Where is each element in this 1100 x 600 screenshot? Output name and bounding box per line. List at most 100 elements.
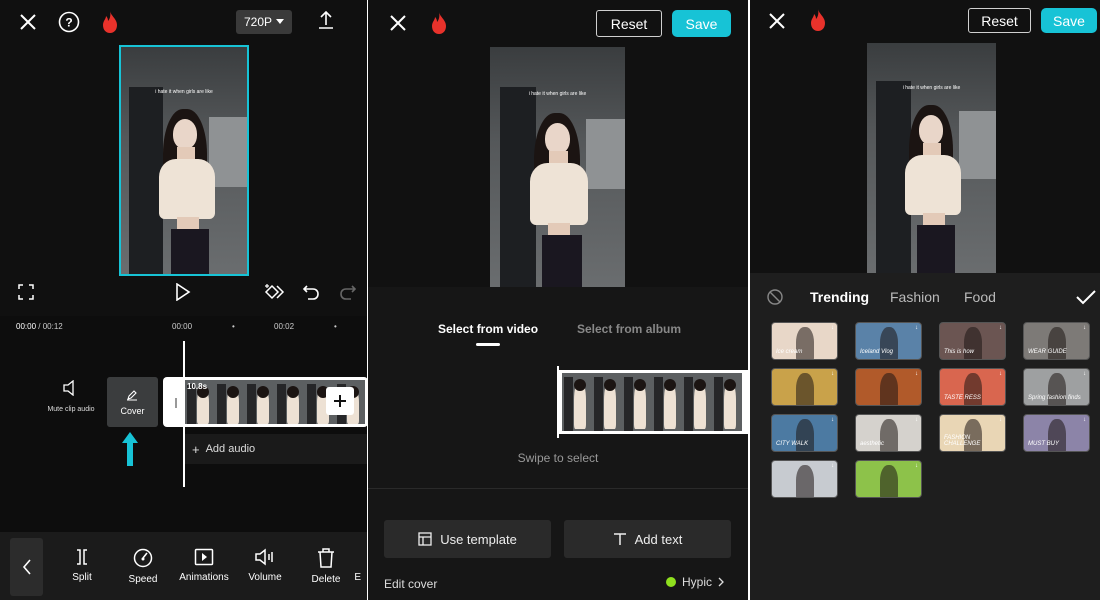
tab-select-from-album[interactable]: Select from album [577, 322, 681, 336]
bottom-toolbar: Split Speed Animations Volume Delete E [0, 532, 367, 600]
video-preview[interactable]: i hate it when girls are like [119, 45, 249, 276]
tool-label: Split [72, 572, 92, 583]
save-button[interactable]: Save [1041, 8, 1097, 33]
cover-button[interactable]: Cover [107, 377, 158, 427]
export-icon[interactable] [314, 8, 338, 32]
template-thumb-figure [796, 327, 814, 359]
add-clip-button[interactable] [326, 387, 354, 415]
undo-icon[interactable] [301, 282, 321, 302]
tool-label: Volume [248, 572, 282, 583]
reset-button[interactable]: Reset [596, 10, 662, 37]
animations-icon [194, 548, 214, 566]
template-thumb-figure [796, 419, 814, 451]
frame-strip[interactable] [558, 370, 748, 434]
download-icon: ↓ [999, 325, 1002, 331]
template-thumb-figure [1048, 373, 1066, 405]
time-total: / 00:12 [38, 322, 63, 331]
template-card[interactable]: ↓ WEAR GUIDE [1023, 322, 1090, 360]
download-icon: ↓ [915, 371, 918, 377]
download-icon: ↓ [999, 371, 1002, 377]
template-thumb-figure [964, 373, 982, 405]
close-icon[interactable] [765, 9, 789, 33]
download-icon: ↓ [915, 463, 918, 469]
tool-split[interactable]: Split [52, 548, 112, 583]
tool-label: Speed [128, 574, 158, 585]
time-readout: 00:00 / 00:12 [16, 322, 63, 331]
tool-edit[interactable]: E [331, 548, 361, 583]
video-caption: i hate it when girls are like [902, 85, 961, 91]
template-thumb-figure [796, 465, 814, 497]
keyframe-icon[interactable] [264, 282, 286, 302]
fullscreen-icon[interactable] [16, 282, 36, 302]
tool-volume[interactable]: Volume [235, 548, 295, 583]
cover-select-panel: Reset Save i hate it when girls are like… [368, 0, 748, 600]
tab-indicator [476, 343, 500, 346]
video-preview: i hate it when girls are like [867, 43, 996, 273]
chevron-right-icon [718, 577, 724, 587]
pointer-arrow-icon [122, 432, 138, 466]
divider [368, 488, 748, 489]
save-button[interactable]: Save [672, 10, 731, 37]
template-card[interactable]: ↓ [771, 460, 838, 498]
template-title: This is how [944, 349, 975, 355]
flame-icon[interactable] [427, 10, 451, 36]
tab-fashion[interactable]: Fashion [890, 289, 940, 305]
resolution-dropdown[interactable]: 720P [236, 10, 292, 34]
download-icon: ↓ [831, 463, 834, 469]
template-card[interactable]: ↓ aesthetic [855, 414, 922, 452]
cover-label: Cover [120, 406, 145, 416]
time-current: 00:00 [16, 322, 37, 331]
template-card[interactable]: ↓ Iceland Vlog [855, 322, 922, 360]
flame-icon[interactable] [806, 7, 830, 33]
no-template-icon[interactable] [766, 288, 784, 306]
hypic-link[interactable]: Hypic [666, 575, 724, 589]
tick-label: 00:00 [172, 322, 193, 331]
tool-speed[interactable]: Speed [113, 548, 173, 585]
plus-icon [334, 395, 346, 407]
add-text-label: Add text [634, 531, 683, 547]
video-clip-track[interactable]: 10.8s [163, 377, 367, 427]
template-card[interactable]: ↓ [771, 368, 838, 406]
play-icon[interactable] [173, 282, 193, 302]
download-icon: ↓ [831, 371, 834, 377]
flame-icon[interactable] [98, 9, 122, 35]
video-caption: i hate it when girls are like [155, 89, 213, 95]
template-card[interactable]: ↓ FASHION CHALLENGE [939, 414, 1006, 452]
playhead[interactable] [183, 341, 185, 487]
add-audio-button[interactable]: + Add audio [184, 434, 367, 464]
tab-select-from-video[interactable]: Select from video [438, 322, 538, 336]
add-text-button[interactable]: Add text [564, 520, 731, 558]
mute-clip-audio-button[interactable]: Mute clip audio [36, 380, 106, 413]
close-icon[interactable] [16, 10, 40, 34]
download-icon: ↓ [831, 417, 834, 423]
volume-icon [255, 548, 273, 566]
template-card[interactable]: ↓ Spring fashion finds [1023, 368, 1090, 406]
template-card[interactable]: ↓ [855, 460, 922, 498]
template-card[interactable]: ↓ MUST BUY [1023, 414, 1090, 452]
template-card[interactable]: ↓ [855, 368, 922, 406]
template-card[interactable]: ↓ This is how [939, 322, 1006, 360]
template-card[interactable]: ↓ CITY WALK [771, 414, 838, 452]
tick-dot: • [232, 322, 235, 331]
tick-label: 00:02 [274, 322, 295, 331]
clip-duration: 10.8s [187, 382, 208, 391]
reset-button[interactable]: Reset [968, 8, 1031, 33]
template-title: aesthetic [860, 441, 885, 447]
help-icon[interactable]: ? [57, 10, 81, 34]
close-icon[interactable] [386, 11, 410, 35]
download-icon: ↓ [831, 325, 834, 331]
redo-icon[interactable] [338, 282, 358, 302]
template-card[interactable]: ↓ Ice cream [771, 322, 838, 360]
use-template-button[interactable]: Use template [384, 520, 551, 558]
template-icon [418, 532, 432, 546]
text-icon [613, 533, 626, 545]
tool-animations[interactable]: Animations [174, 548, 234, 583]
tab-food[interactable]: Food [964, 289, 996, 305]
frame-selector-line[interactable] [557, 366, 559, 438]
confirm-check-icon[interactable] [1075, 287, 1097, 307]
hypic-logo-icon [666, 577, 676, 587]
template-thumb-figure [880, 327, 898, 359]
template-card[interactable]: ↓ TASTE RESS [939, 368, 1006, 406]
tab-trending[interactable]: Trending [810, 289, 869, 305]
back-chevron-icon[interactable] [10, 538, 43, 596]
